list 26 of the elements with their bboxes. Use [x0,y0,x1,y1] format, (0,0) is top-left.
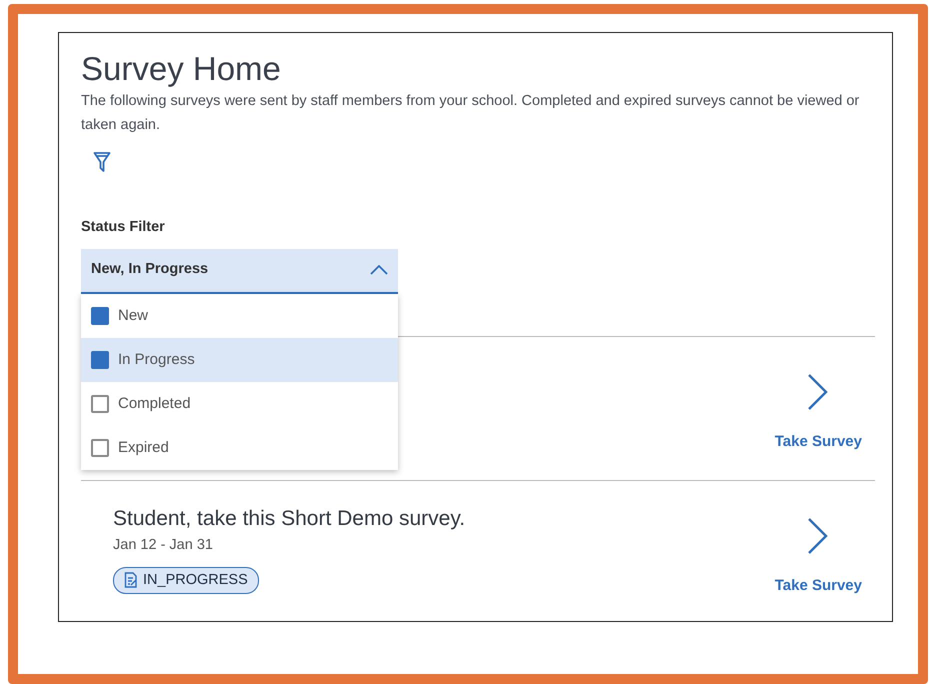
option-label: Completed [118,394,191,414]
status-badge: IN_PROGRESS [113,566,259,594]
filter-label: Status Filter [81,218,166,237]
checkbox[interactable] [91,306,109,325]
page-description: The following surveys were sent by staff members from your school. Completed and expired surveys cannot be viewed or taken again. [81,92,860,135]
caret-icon [370,265,388,276]
chevron-right-icon[interactable] [807,516,830,555]
option-label: New [118,306,148,326]
checkbox[interactable] [91,350,109,369]
checkbox[interactable] [91,394,109,413]
document-edit-icon [124,572,138,588]
chevron-right-icon[interactable] [807,372,830,411]
option-label: In Progress [118,350,195,370]
filter-option[interactable]: New [81,294,398,338]
status-dropdown[interactable]: New, In Progress [81,248,398,294]
take-survey-link[interactable]: Take Survey [774,430,862,454]
take-survey-link[interactable]: Take Survey [774,574,862,598]
filter-option[interactable]: Expired [81,426,398,470]
filter-option[interactable]: Completed [81,382,398,426]
page-title: Survey Home [81,49,282,89]
filter-option[interactable]: In Progress [81,338,398,382]
filter-icon[interactable] [93,151,111,173]
survey-title: Student, take this Short Demo survey. [113,506,466,532]
option-label: Expired [118,438,169,458]
checkbox[interactable] [91,438,109,457]
survey-dates: Jan 12 - Jan 31 [113,536,214,555]
